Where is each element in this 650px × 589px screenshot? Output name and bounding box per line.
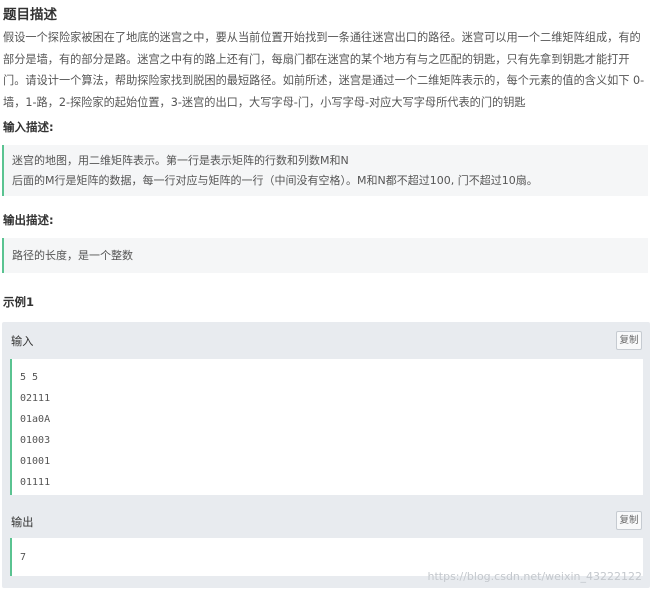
copy-output-button[interactable]: 复制 — [616, 511, 642, 530]
example-heading: 示例1 — [3, 295, 35, 309]
input-description-line: 后面的M行是矩阵的数据，每一行对应与矩阵的一行（中间没有空格）。M和N都不超过1… — [12, 174, 538, 187]
watermark: https://blog.csdn.net/weixin_43222122 — [427, 570, 642, 583]
problem-title: 题目描述 — [3, 7, 57, 23]
sample-input-code[interactable]: 5 5 02111 01a0A 01003 01001 01111 — [10, 359, 643, 495]
code-line: 7 — [20, 552, 27, 563]
output-description-heading: 输出描述: — [3, 213, 54, 227]
input-description-heading: 输入描述: — [3, 120, 54, 134]
problem-description: 假设一个探险家被困在了地底的迷宫之中，要从当前位置开始找到一条通往迷宫出口的路径… — [3, 31, 645, 109]
code-line: 02111 — [20, 393, 51, 404]
code-line: 01003 — [20, 435, 51, 446]
output-description-line: 路径的长度，是一个整数 — [12, 249, 133, 262]
code-line: 01001 — [20, 456, 51, 467]
sample-output-label: 输出 — [11, 516, 34, 529]
code-line: 01111 — [20, 477, 51, 488]
sample-panel: 输入 复制 5 5 02111 01a0A 01003 01001 01111 … — [2, 322, 650, 588]
code-line: 01a0A — [20, 414, 51, 425]
code-line: 5 5 — [20, 372, 39, 383]
output-description-block: 路径的长度，是一个整数 — [2, 238, 648, 273]
input-description-line: 迷宫的地图，用二维矩阵表示。第一行是表示矩阵的行数和列数M和N — [12, 154, 349, 167]
copy-input-button[interactable]: 复制 — [616, 331, 642, 350]
input-description-block: 迷宫的地图，用二维矩阵表示。第一行是表示矩阵的行数和列数M和N 后面的M行是矩阵… — [2, 145, 648, 196]
sample-input-label: 输入 — [11, 335, 34, 348]
